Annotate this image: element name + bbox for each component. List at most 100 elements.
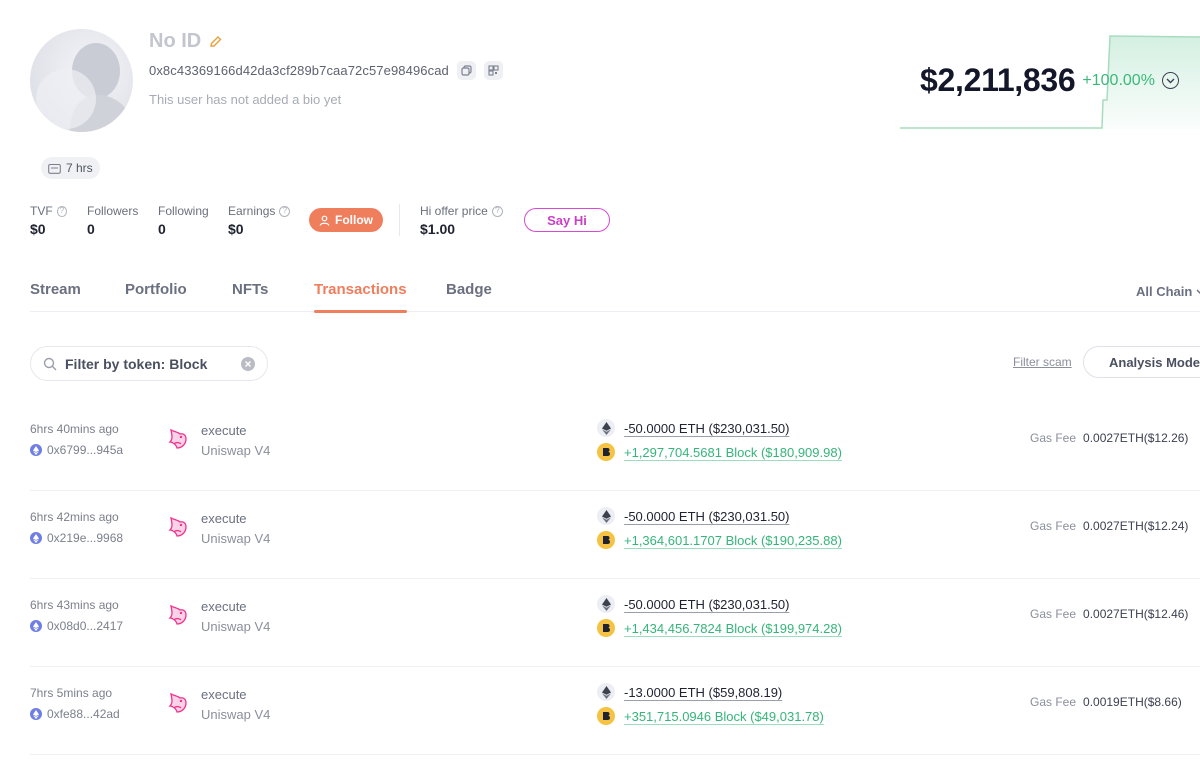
- token-out-amount[interactable]: -50.0000 ETH ($230,031.50): [624, 421, 790, 436]
- help-icon[interactable]: ?: [491, 205, 503, 217]
- token-out-amount[interactable]: -50.0000 ETH ($230,031.50): [624, 597, 790, 612]
- tab-transactions[interactable]: Transactions: [314, 281, 407, 313]
- token-filter-input[interactable]: [65, 355, 235, 372]
- chain-select-label: All Chain: [1136, 284, 1193, 299]
- gas-fee-label: Gas Fee: [1030, 607, 1077, 621]
- stat-earnings-value: $0: [228, 221, 244, 237]
- gas-fee-label: Gas Fee: [1030, 695, 1077, 709]
- tx-hash[interactable]: 0x219e...9968: [30, 531, 123, 545]
- follow-button[interactable]: Follow: [309, 208, 383, 232]
- help-icon[interactable]: ?: [56, 205, 67, 217]
- tx-time: 7hrs 5mins ago: [30, 686, 113, 700]
- transaction-row[interactable]: 6hrs 40mins ago 0x6799...945a execute Un…: [30, 403, 1200, 491]
- gas-fee-label: Gas Fee: [1030, 519, 1077, 533]
- tx-method: execute: [201, 687, 247, 702]
- tx-hash[interactable]: 0x08d0...2417: [30, 619, 123, 633]
- transaction-row[interactable]: 6hrs 42mins ago 0x219e...9968 execute Un…: [30, 491, 1200, 579]
- gas-fee-label: Gas Fee: [1030, 431, 1077, 445]
- gas-fee: Gas Fee 0.0027ETH($12.24): [1030, 519, 1188, 533]
- token-out-amount[interactable]: -50.0000 ETH ($230,031.50): [624, 509, 790, 524]
- search-icon: [43, 357, 57, 370]
- gas-fee-value: 0.0027ETH($12.26): [1083, 431, 1189, 445]
- block-token-icon: [597, 531, 615, 549]
- tx-hash-text: 0x6799...945a: [47, 443, 124, 457]
- tx-method: execute: [201, 599, 247, 614]
- analysis-mode-button[interactable]: Analysis Mode: [1083, 346, 1200, 378]
- token-out: -50.0000 ETH ($230,031.50): [597, 507, 790, 525]
- stat-tvf: TVF? $0: [30, 203, 67, 237]
- tab-badge[interactable]: Badge: [446, 281, 492, 298]
- gas-fee-value: 0.0027ETH($12.46): [1083, 607, 1189, 621]
- stat-following-value: 0: [158, 221, 166, 237]
- filter-scam-link[interactable]: Filter scam: [1013, 355, 1072, 369]
- token-in: +1,297,704.5681 Block ($180,909.98): [597, 443, 842, 461]
- stat-followers-label: Followers: [87, 204, 139, 218]
- help-icon[interactable]: ?: [279, 205, 291, 217]
- tx-protocol: Uniswap V4: [201, 531, 271, 546]
- networth: $2,211,836 +100.00%: [920, 62, 1179, 99]
- uniswap-icon: [168, 604, 187, 625]
- uniswap-icon: [168, 428, 187, 449]
- tx-protocol: Uniswap V4: [201, 443, 271, 458]
- tx-time: 6hrs 42mins ago: [30, 510, 119, 524]
- tab-nfts[interactable]: NFTs: [232, 281, 268, 298]
- chain-select[interactable]: All Chain: [1136, 284, 1200, 299]
- chevron-down-icon[interactable]: [1161, 72, 1179, 89]
- hi-offer-price: Hi offer price? $1.00: [420, 203, 503, 237]
- token-in: +1,434,456.7824 Block ($199,974.28): [597, 619, 842, 637]
- uniswap-icon: [168, 516, 187, 537]
- gas-fee: Gas Fee 0.0019ETH($8.66): [1030, 695, 1182, 709]
- token-out: -50.0000 ETH ($230,031.50): [597, 595, 790, 613]
- stat-followers-value: 0: [87, 221, 95, 237]
- ethereum-token-icon: [597, 595, 615, 613]
- hi-offer-value: $1.00: [420, 221, 456, 237]
- say-hi-button[interactable]: Say Hi: [524, 208, 610, 232]
- follow-button-label: Follow: [335, 213, 373, 227]
- ethereum-token-icon: [597, 683, 615, 701]
- stat-earnings: Earnings? $0: [228, 203, 291, 237]
- stat-tvf-value: $0: [30, 221, 46, 237]
- stat-followers[interactable]: Followers 0: [87, 203, 138, 237]
- tx-protocol: Uniswap V4: [201, 707, 271, 722]
- gas-fee-value: 0.0027ETH($12.24): [1083, 519, 1189, 533]
- tx-hash-text: 0x08d0...2417: [47, 619, 124, 633]
- ethereum-chain-icon: [30, 444, 42, 456]
- tx-hash-text: 0x219e...9968: [47, 531, 124, 545]
- edit-pencil-icon[interactable]: [209, 35, 223, 49]
- transaction-row[interactable]: 6hrs 43mins ago 0x08d0...2417 execute Un…: [30, 579, 1200, 667]
- copy-icon[interactable]: [456, 61, 476, 80]
- tab-stream[interactable]: Stream: [30, 281, 81, 298]
- stat-following[interactable]: Following 0: [158, 203, 209, 237]
- calendar-icon: [48, 163, 61, 174]
- tx-time: 6hrs 40mins ago: [30, 422, 119, 436]
- transaction-row[interactable]: 7hrs 5mins ago 0xfe88...42ad execute Uni…: [30, 667, 1200, 755]
- avatar: [30, 29, 133, 132]
- profile-name: No ID: [149, 30, 202, 52]
- token-in-amount[interactable]: +1,364,601.1707 Block ($190,235.88): [624, 533, 842, 548]
- clear-icon[interactable]: [241, 357, 255, 371]
- token-filter: [30, 346, 268, 381]
- avatar-silhouette-icon: [36, 43, 133, 132]
- token-out: -13.0000 ETH ($59,808.19): [597, 683, 782, 701]
- stat-earnings-label: Earnings: [228, 204, 276, 218]
- token-in: +1,364,601.1707 Block ($190,235.88): [597, 531, 842, 549]
- tx-hash[interactable]: 0x6799...945a: [30, 443, 123, 457]
- tx-method: execute: [201, 423, 247, 438]
- networth-change: +100.00%: [1082, 71, 1155, 89]
- token-in-amount[interactable]: +1,434,456.7824 Block ($199,974.28): [624, 621, 842, 636]
- tx-time: 6hrs 43mins ago: [30, 598, 119, 612]
- gas-fee: Gas Fee 0.0027ETH($12.26): [1030, 431, 1188, 445]
- token-out-amount[interactable]: -13.0000 ETH ($59,808.19): [624, 685, 782, 700]
- qr-code-icon[interactable]: [483, 61, 503, 80]
- ethereum-chain-icon: [30, 708, 42, 720]
- block-token-icon: [597, 443, 615, 461]
- token-in-amount[interactable]: +351,715.0946 Block ($49,031.78): [624, 709, 824, 724]
- token-in-amount[interactable]: +1,297,704.5681 Block ($180,909.98): [624, 445, 842, 460]
- tx-protocol: Uniswap V4: [201, 619, 271, 634]
- uniswap-icon: [168, 692, 187, 713]
- profile-bio: This user has not added a bio yet: [149, 92, 342, 107]
- tab-portfolio[interactable]: Portfolio: [125, 281, 187, 298]
- tx-hash-text: 0xfe88...42ad: [47, 707, 120, 721]
- profile-stats: TVF? $0 Followers 0 Following 0 Earnings…: [30, 203, 310, 237]
- tx-hash[interactable]: 0xfe88...42ad: [30, 707, 120, 721]
